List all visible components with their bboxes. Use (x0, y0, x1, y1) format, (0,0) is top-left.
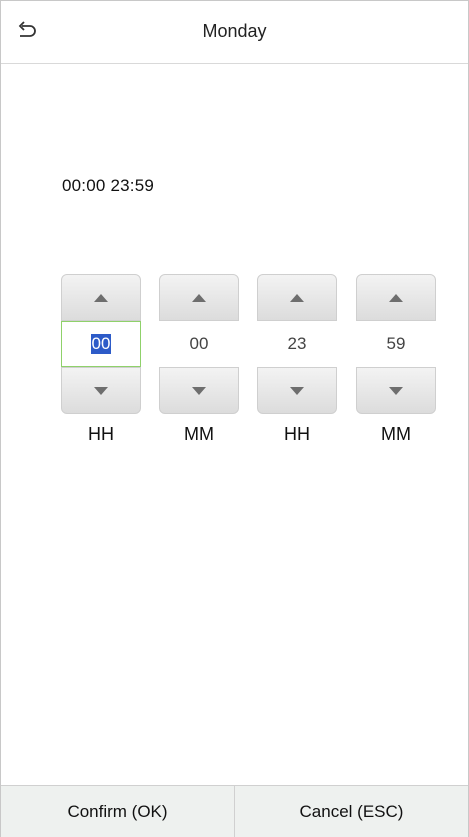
decrement-button[interactable] (159, 367, 239, 414)
picker-value-field[interactable]: 23 (257, 321, 337, 367)
picker-unit-label: HH (88, 424, 114, 444)
arrow-down-icon (290, 386, 304, 395)
picker-value: 23 (287, 334, 307, 353)
minute-start-picker: 00 MM (159, 274, 239, 445)
picker-unit-label: MM (184, 424, 214, 444)
footer-bar: Confirm (OK) Cancel (ESC) (1, 785, 468, 837)
page-title: Monday (202, 21, 267, 41)
cancel-button[interactable]: Cancel (ESC) (234, 786, 468, 837)
header-bar: Monday (1, 1, 468, 64)
hour-end-picker: 23 HH (257, 274, 337, 445)
arrow-up-icon (290, 293, 304, 302)
hour-start-picker: 00 HH (61, 274, 141, 445)
increment-button[interactable] (159, 274, 239, 321)
screen: Monday 00:00 23:59 00 HH 00 MM 23 HH 59 … (0, 0, 469, 837)
increment-button[interactable] (356, 274, 436, 321)
increment-button[interactable] (257, 274, 337, 321)
minute-end-picker: 59 MM (356, 274, 436, 445)
arrow-up-icon (94, 293, 108, 302)
picker-value: 00 (189, 334, 209, 353)
arrow-down-icon (389, 386, 403, 395)
arrow-down-icon (192, 386, 206, 395)
arrow-down-icon (94, 386, 108, 395)
decrement-button[interactable] (257, 367, 337, 414)
increment-button[interactable] (61, 274, 141, 321)
picker-value-field[interactable]: 00 (61, 321, 141, 367)
picker-value: 59 (386, 334, 406, 353)
picker-value: 00 (90, 334, 112, 354)
arrow-up-icon (389, 293, 403, 302)
picker-unit-label: MM (381, 424, 411, 444)
picker-value-field[interactable]: 00 (159, 321, 239, 367)
picker-value-field[interactable]: 59 (356, 321, 436, 367)
decrement-button[interactable] (356, 367, 436, 414)
confirm-button[interactable]: Confirm (OK) (1, 786, 234, 837)
arrow-up-icon (192, 293, 206, 302)
picker-unit-label: HH (284, 424, 310, 444)
decrement-button[interactable] (61, 367, 141, 414)
time-range-text: 00:00 23:59 (62, 176, 155, 195)
